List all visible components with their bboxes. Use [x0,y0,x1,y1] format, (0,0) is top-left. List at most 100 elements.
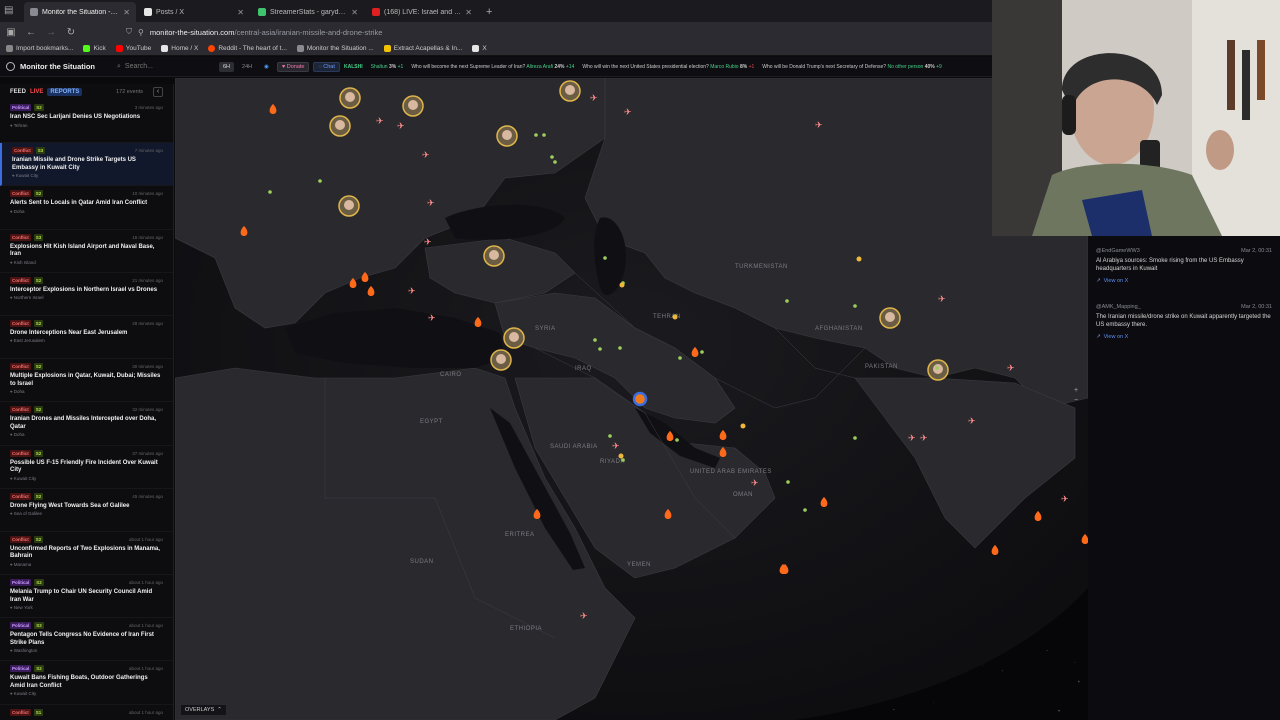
leader-marker[interactable] [496,125,518,147]
range-24h-button[interactable]: 24H [238,62,256,72]
report-dot[interactable] [700,350,704,354]
report-dot[interactable] [853,436,857,440]
world-map[interactable]: SYRIA IRAQ EGYPT SAUDI ARABIA YEMEN SUDA… [175,78,1088,720]
feed-item[interactable]: ConflictS1about 1 hour ago⌖ [0,705,173,720]
aircraft-icon[interactable]: ✈ [397,122,405,132]
feed-item[interactable]: Conflict S2 30 minutes ago Multiple Explosi… [0,359,173,403]
aircraft-icon[interactable]: ✈ [408,287,416,297]
aircraft-icon[interactable]: ✈ [1061,495,1069,505]
aircraft-icon[interactable]: ✈ [908,434,916,444]
aircraft-icon[interactable]: ✈ [376,117,384,127]
bookmark-reddit[interactable]: Reddit - The heart of t... [208,45,287,52]
x-post-handle[interactable]: @AMK_Mapping_ [1096,304,1141,310]
back-icon[interactable]: ← [26,27,36,38]
feed-item[interactable]: Conflict S2 about 1 hour ago Unconfirmed Re… [0,532,173,576]
report-dot[interactable] [598,347,602,351]
report-dot[interactable] [678,356,682,360]
feed-item[interactable]: Conflict S2 21 minutes ago Interceptor Expl… [0,273,173,316]
feed-item[interactable]: Conflict S3 7 minutes ago Iranian Missile a… [0,143,173,187]
leader-marker[interactable] [483,245,505,267]
aircraft-icon[interactable]: ✈ [424,238,432,248]
tab-x-posts[interactable]: Posts / X ✕ [138,2,250,22]
collapse-feed-button[interactable]: ‹ [153,87,163,97]
leader-marker[interactable] [329,115,351,137]
aircraft-icon[interactable]: ✈ [428,314,436,324]
zoom-out-button[interactable]: − [1070,396,1082,406]
tab-menu-icon[interactable]: ▤ [4,5,18,17]
feed-item[interactable]: Political S2 about 1 hour ago Kuwait Bans F… [0,661,173,705]
feed-item[interactable]: Political S2 about 1 hour ago Melania Trump… [0,575,173,619]
view-on-x-link[interactable]: ↗ View on X [1096,334,1272,340]
feed-item[interactable]: Conflict S2 37 minutes ago Possible US F-15… [0,446,173,489]
aircraft-icon[interactable]: ✈ [427,199,435,209]
overlays-button[interactable]: OVERLAYS ⌃ [180,704,227,716]
alert-dot[interactable] [856,256,862,262]
alert-dot[interactable] [672,314,678,320]
forward-icon[interactable]: → [46,27,56,38]
feed-item[interactable]: Conflict S3 16 minutes ago Explosions Hit K… [0,230,173,273]
report-dot[interactable] [318,179,322,183]
report-dot[interactable] [608,434,612,438]
tab-streamerstats[interactable]: StreamerStats - garydavid Strea ✕ [252,2,364,22]
bookmark-kick[interactable]: Kick [83,45,106,52]
chat-button[interactable]: ◌ Chat [313,61,340,72]
aircraft-icon[interactable]: ✈ [968,417,976,427]
alert-dot[interactable] [740,423,746,429]
report-dot[interactable] [853,304,857,308]
aircraft-icon[interactable]: ✈ [920,434,928,444]
close-icon[interactable]: ✕ [237,8,244,17]
feed-item[interactable]: Political S2 about 1 hour ago Pentagon Tell… [0,618,173,662]
report-dot[interactable] [268,190,272,194]
globe-svg[interactable]: SYRIA IRAQ EGYPT SAUDI ARABIA YEMEN SUDA… [175,78,1088,720]
feed-item[interactable]: Conflict S2 10 minutes ago Alerts Sent to L… [0,186,173,230]
close-icon[interactable]: ✕ [351,8,358,17]
leader-marker[interactable] [339,87,361,109]
selected-event-marker[interactable] [632,391,648,407]
report-dot[interactable] [621,458,625,462]
live-tab[interactable]: LIVE [30,89,43,95]
bookmark-home-x[interactable]: Home / X [161,45,198,52]
reports-tab[interactable]: REPORTS [47,88,83,96]
report-dot[interactable] [935,366,939,370]
feed-item[interactable]: Conflict S2 28 minutes ago Drone Intercepti… [0,316,173,360]
bookmark-youtube[interactable]: YouTube [115,45,151,52]
aircraft-icon[interactable]: ✈ [422,151,430,161]
report-dot[interactable] [785,299,789,303]
bookmark-acapellas[interactable]: Extract Acapellas & In... [383,45,462,52]
leader-marker[interactable] [490,349,512,371]
aircraft-icon[interactable]: ✈ [590,94,598,104]
address-bar[interactable]: ⛉ ⚲ monitor-the-situation.com/central-as… [126,24,992,40]
close-icon[interactable]: ✕ [465,8,472,17]
aircraft-icon[interactable]: ✈ [580,612,588,622]
tab-youtube-live[interactable]: (168) LIVE: Israel and US Attack ✕ [366,2,478,22]
report-dot[interactable] [618,346,622,350]
aircraft-icon[interactable]: ✈ [1007,364,1015,374]
feed-item[interactable]: Conflict S2 32 minutes ago Iranian Drones a… [0,402,173,446]
leader-marker[interactable] [402,95,424,117]
leader-marker[interactable] [503,327,525,349]
aircraft-icon[interactable]: ✈ [938,295,946,305]
report-dot[interactable] [542,133,546,137]
tab-monitor[interactable]: Monitor the Situation - Live Gl ✕ [24,2,136,22]
feed-item[interactable]: Conflict S2 45 minutes ago Drone Flying Wes… [0,489,173,532]
reload-icon[interactable]: ↻ [66,27,76,38]
site-info-icon[interactable]: ⚲ [138,28,144,37]
prediction-ticker[interactable]: KALSHI Shaltun 3% +1 Who will become the… [344,62,996,72]
leader-marker[interactable] [927,359,949,381]
aircraft-icon[interactable]: ✈ [624,108,632,118]
leader-marker[interactable] [559,80,581,102]
view-on-x-link[interactable]: ↗ View on X [1096,278,1272,284]
report-dot[interactable] [786,480,790,484]
zoom-in-button[interactable]: + [1070,386,1082,396]
bookmark-import[interactable]: Import bookmarks... [6,45,73,52]
range-6h-button[interactable]: 6H [219,61,235,72]
x-post-handle[interactable]: @EndGameWW3 [1096,248,1140,254]
bookmark-monitor[interactable]: Monitor the Situation ... [296,45,374,52]
report-dot[interactable] [553,160,557,164]
close-icon[interactable]: ✕ [123,8,130,17]
feed-item[interactable]: Political S2 3 minutes ago Iran NSC Sec Lar… [0,100,173,144]
leader-marker[interactable] [879,307,901,329]
globe-icon[interactable]: ◉ [260,62,273,72]
report-dot[interactable] [534,133,538,137]
report-dot[interactable] [675,438,679,442]
